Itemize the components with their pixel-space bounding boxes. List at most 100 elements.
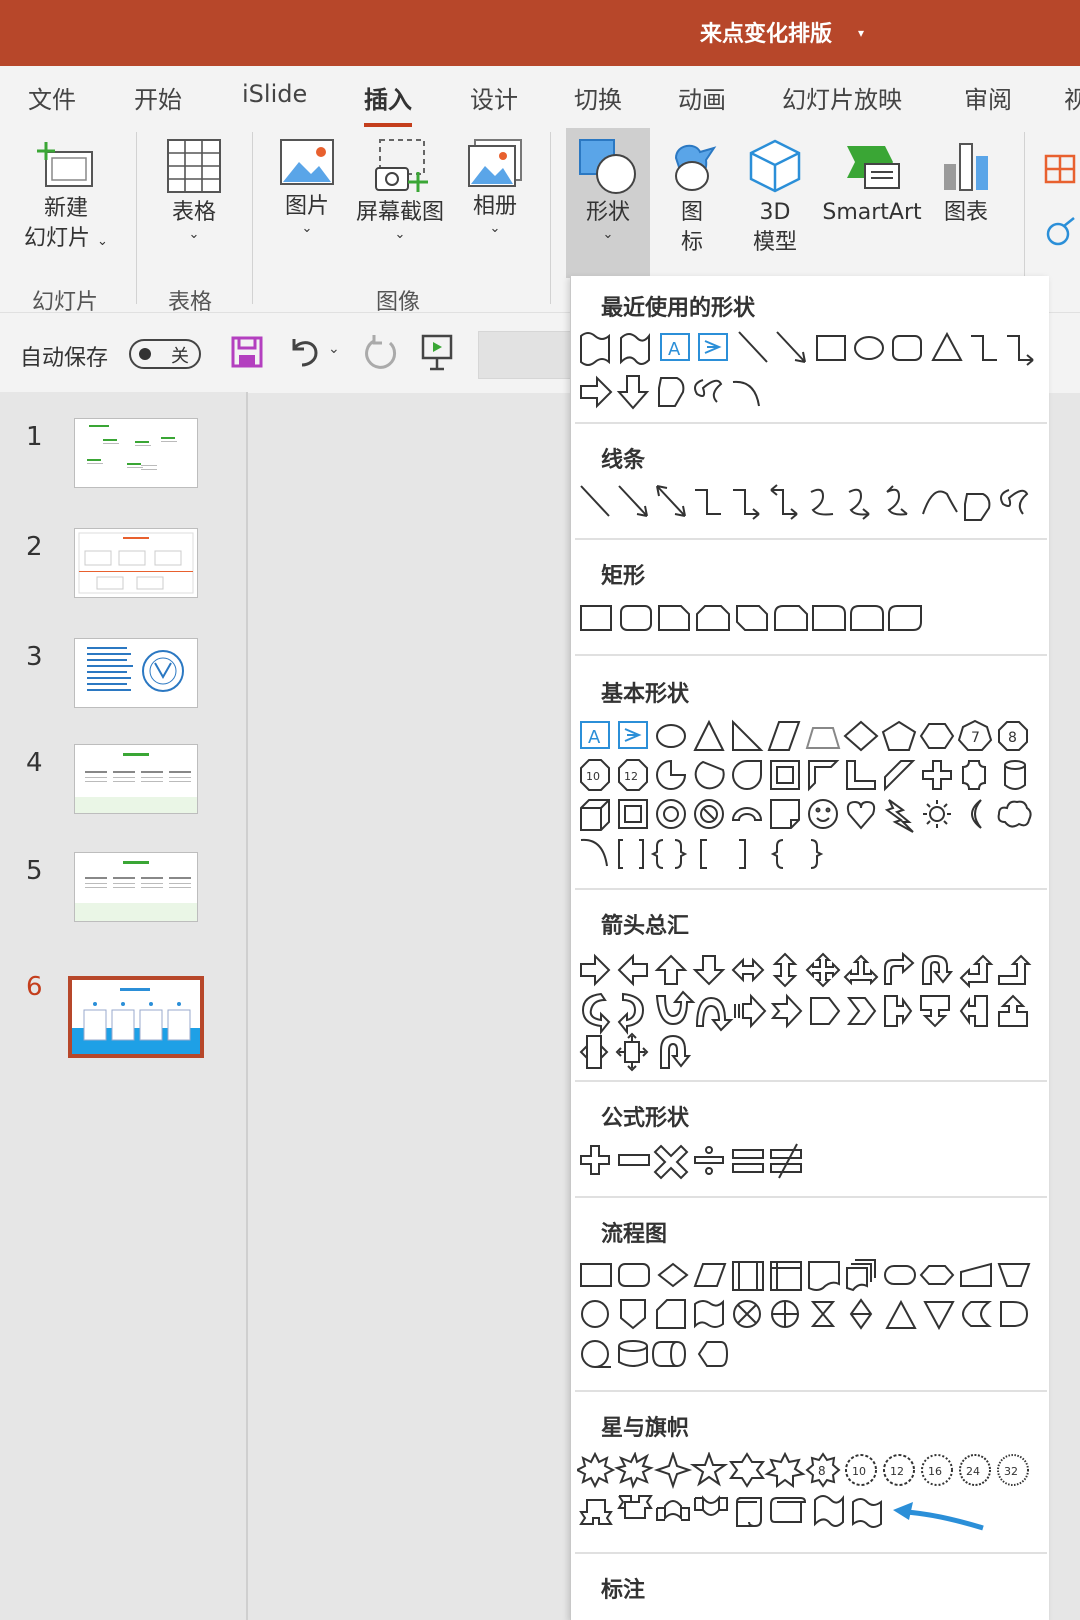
vertical-text-box-icon[interactable] [698, 333, 728, 361]
diagonal-stripe-shape-icon[interactable] [884, 760, 916, 792]
16-point-star-icon[interactable]: 16 [921, 1454, 953, 1486]
curved-arrow-connector-icon[interactable] [848, 488, 870, 520]
flowchart-collate-icon[interactable] [810, 1301, 836, 1327]
text-box-icon[interactable] [1044, 152, 1078, 186]
curved-up-arrow-shape-icon[interactable] [655, 990, 696, 1026]
curved-ribbon-up-icon[interactable] [656, 1500, 690, 1521]
tab-review[interactable]: 审阅 [964, 80, 1012, 115]
sun-shape-icon[interactable] [923, 800, 951, 828]
left-bracket-shape-icon[interactable] [700, 839, 707, 869]
division-shape-icon[interactable] [694, 1146, 724, 1175]
minus-shape-icon[interactable] [618, 1154, 650, 1166]
tab-home[interactable]: 开始 [134, 80, 182, 115]
7-point-star-icon[interactable] [764, 1452, 806, 1488]
chart-button[interactable]: 图表 [934, 138, 998, 228]
link-icon[interactable] [1044, 214, 1078, 248]
document-title[interactable]: 来点变化排版 [700, 16, 832, 48]
not-equal-shape-icon[interactable] [770, 1143, 802, 1179]
flowchart-preparation-icon[interactable] [919, 1265, 955, 1285]
elbow-double-arrow-connector-icon[interactable] [770, 484, 798, 520]
vertical-scroll-icon[interactable] [736, 1497, 762, 1527]
curved-connector-icon[interactable] [810, 488, 834, 516]
lightning-bolt-shape-icon[interactable] [884, 799, 914, 833]
flowchart-merge-icon[interactable] [923, 1301, 955, 1331]
flowchart-predefined-process-icon[interactable] [732, 1261, 764, 1291]
flowchart-manual-input-icon[interactable] [960, 1262, 992, 1287]
right-bracket-shape-icon[interactable] [739, 839, 746, 869]
5-point-star-icon[interactable] [689, 1452, 729, 1487]
save-icon[interactable] [230, 335, 264, 369]
screenshot-button[interactable]: 屏幕截图 ⌄ [350, 138, 450, 242]
diamond-shape-icon[interactable] [843, 720, 879, 752]
pentagon-arrow-shape-icon[interactable] [810, 997, 841, 1025]
block-arc-shape-icon[interactable] [731, 807, 763, 821]
chord-shape-icon[interactable] [694, 760, 725, 790]
left-arrow-shape-icon[interactable] [617, 953, 648, 987]
line-shape-icon[interactable] [580, 485, 610, 517]
chevron-arrow-shape-icon[interactable] [846, 997, 877, 1025]
flowchart-extract-icon[interactable] [885, 1299, 917, 1329]
can-shape-icon[interactable] [1004, 760, 1026, 790]
smiley-face-shape-icon[interactable] [808, 799, 838, 829]
8-point-star-icon[interactable]: 8 [805, 1452, 841, 1488]
flowchart-multidocument-icon[interactable] [846, 1259, 876, 1292]
slide-thumbnail[interactable]: 4 [0, 734, 246, 834]
flowchart-document-icon[interactable] [808, 1261, 840, 1291]
photo-album-button[interactable]: 相册 ⌄ [460, 138, 530, 236]
right-arrow-callout-shape-icon[interactable] [884, 995, 913, 1027]
no-symbol-shape-icon[interactable] [694, 799, 724, 829]
present-from-start-icon[interactable] [420, 333, 454, 371]
wave-shape-icon[interactable] [620, 333, 650, 365]
rounded-rectangle-shape-icon[interactable] [620, 605, 652, 631]
flowchart-internal-storage-icon[interactable] [770, 1261, 802, 1291]
12-point-star-icon[interactable]: 12 [883, 1454, 915, 1486]
flowchart-sequential-access-icon[interactable] [581, 1340, 611, 1368]
folded-corner-shape-icon[interactable] [770, 799, 800, 829]
curved-left-arrow-shape-icon[interactable] [617, 992, 645, 1035]
explosion-1-icon[interactable] [577, 1452, 616, 1489]
heart-shape-icon[interactable] [846, 800, 876, 830]
elbow-connector-icon[interactable] [971, 335, 997, 361]
tab-slideshow[interactable]: 幻灯片放映 [782, 80, 902, 115]
flowchart-process-icon[interactable] [580, 1263, 612, 1287]
octagon-shape-icon[interactable]: 8 [998, 721, 1028, 751]
flowchart-punched-tape-icon[interactable] [694, 1299, 724, 1329]
triangle-shape-icon[interactable] [693, 719, 725, 751]
oval-shape-icon[interactable] [854, 336, 884, 360]
curved-ribbon-down-icon[interactable] [694, 1495, 728, 1516]
slide-thumbnail[interactable]: 1 [0, 408, 246, 508]
cube-shape-icon[interactable] [580, 799, 610, 831]
double-arrow-line-icon[interactable] [656, 485, 686, 517]
slide-thumbnail-selected[interactable]: 6 [0, 972, 246, 1074]
rounded-rectangle-shape-icon[interactable] [892, 335, 922, 361]
3d-models-button[interactable]: 3D 模型 [740, 138, 810, 258]
trapezoid-shape-icon[interactable] [805, 727, 841, 749]
snip-same-side-rectangle-icon[interactable] [696, 605, 730, 631]
flowchart-terminator-icon[interactable] [884, 1265, 916, 1285]
flowchart-summing-junction-icon[interactable] [733, 1300, 761, 1328]
curved-double-arrow-connector-icon[interactable] [886, 485, 908, 516]
snip-corner-rectangle-icon[interactable] [658, 605, 690, 631]
round-diagonal-rectangle-icon[interactable] [888, 605, 922, 631]
curve-shape-icon[interactable] [922, 490, 958, 515]
flowchart-card-icon[interactable] [656, 1299, 686, 1329]
right-brace-shape-icon[interactable] [810, 839, 824, 869]
4-point-star-icon[interactable] [653, 1452, 693, 1490]
10-point-star-icon[interactable]: 10 [845, 1454, 877, 1486]
heptagon-shape-icon[interactable]: 7 [957, 719, 993, 751]
undo-dropdown-icon[interactable]: ⌄ [328, 341, 340, 357]
parallelogram-shape-icon[interactable] [767, 721, 801, 751]
scribble-shape-icon[interactable] [694, 379, 723, 403]
half-frame-shape-icon[interactable] [808, 760, 840, 792]
up-arrow-shape-icon[interactable] [654, 954, 688, 985]
oval-shape-icon[interactable] [656, 724, 686, 748]
down-arrow-shape-icon[interactable] [692, 955, 726, 986]
donut-shape-icon[interactable] [656, 799, 686, 829]
u-turn-arrow-shape-icon[interactable] [922, 954, 954, 985]
flowchart-direct-access-storage-icon[interactable] [651, 1341, 687, 1367]
arc-shape-icon[interactable] [580, 838, 608, 867]
title-dropdown-icon[interactable]: ▾ [858, 26, 864, 40]
ribbon-up-icon[interactable] [579, 1499, 613, 1525]
elbow-arrow-connector-icon[interactable] [1007, 335, 1034, 366]
up-down-arrow-shape-icon[interactable] [772, 952, 798, 988]
